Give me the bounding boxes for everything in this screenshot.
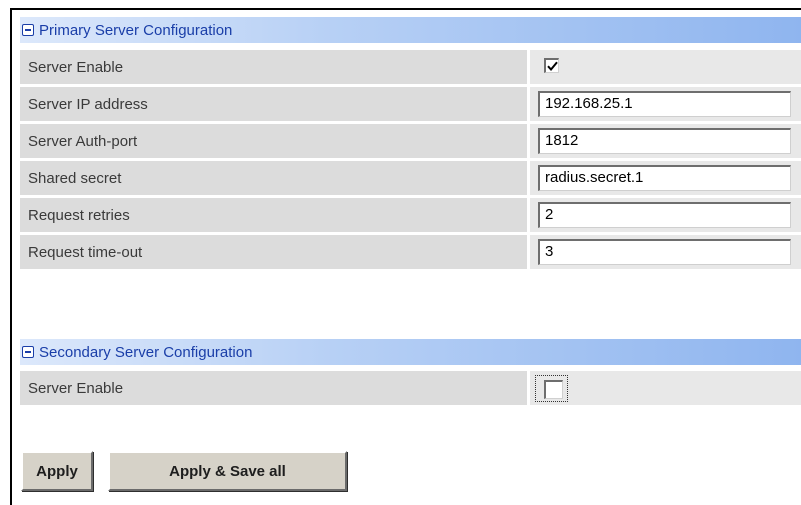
label-cell: Server Enable — [20, 371, 527, 405]
request-retries-row: Request retries 2 — [20, 198, 801, 232]
shared-secret-row: Shared secret radius.secret.1 — [20, 161, 801, 195]
server-ip-label: Server IP address — [28, 95, 148, 113]
value-cell — [530, 50, 801, 84]
apply-button[interactable]: Apply — [21, 451, 93, 491]
server-ip-row: Server IP address 192.168.25.1 — [20, 87, 801, 121]
collapse-icon[interactable] — [22, 346, 34, 358]
label-cell: Server Auth-port — [20, 124, 527, 158]
label-cell: Server IP address — [20, 87, 527, 121]
value-cell: 2 — [530, 198, 801, 232]
label-cell: Shared secret — [20, 161, 527, 195]
secondary-header-inner: Secondary Server Configuration — [22, 343, 252, 361]
request-retries-label: Request retries — [28, 206, 130, 224]
primary-section-header[interactable]: Primary Server Configuration — [20, 17, 801, 43]
server-ip-input[interactable]: 192.168.25.1 — [538, 91, 791, 117]
apply-save-all-button[interactable]: Apply & Save all — [108, 451, 347, 491]
checkbox-focus-outline — [535, 375, 568, 402]
server-auth-port-label: Server Auth-port — [28, 132, 138, 150]
server-auth-port-row: Server Auth-port 1812 — [20, 124, 801, 158]
primary-section-title: Primary Server Configuration — [39, 21, 233, 39]
value-cell — [530, 371, 801, 405]
collapse-icon[interactable] — [22, 24, 34, 36]
request-timeout-input[interactable]: 3 — [538, 239, 791, 265]
secondary-server-enable-checkbox[interactable] — [544, 380, 563, 399]
value-cell: 192.168.25.1 — [530, 87, 801, 121]
secondary-server-enable-label: Server Enable — [28, 379, 124, 397]
value-cell: radius.secret.1 — [530, 161, 801, 195]
request-timeout-label: Request time-out — [28, 243, 143, 261]
label-cell: Request time-out — [20, 235, 527, 269]
primary-server-enable-label: Server Enable — [28, 58, 124, 76]
primary-server-enable-row: Server Enable — [20, 50, 801, 84]
primary-header-inner: Primary Server Configuration — [22, 21, 232, 39]
request-retries-input[interactable]: 2 — [538, 202, 791, 228]
radius-config-page: Primary Server Configuration Server Enab… — [0, 0, 801, 505]
secondary-section-title: Secondary Server Configuration — [39, 343, 253, 361]
label-cell: Server Enable — [20, 50, 527, 84]
value-cell: 3 — [530, 235, 801, 269]
shared-secret-input[interactable]: radius.secret.1 — [538, 165, 791, 191]
request-timeout-row: Request time-out 3 — [20, 235, 801, 269]
shared-secret-label: Shared secret — [28, 169, 122, 187]
secondary-server-enable-row: Server Enable — [20, 371, 801, 405]
label-cell: Request retries — [20, 198, 527, 232]
primary-server-enable-checkbox[interactable] — [544, 58, 559, 73]
secondary-section-header[interactable]: Secondary Server Configuration — [20, 339, 801, 365]
checkmark-icon — [547, 61, 558, 72]
value-cell: 1812 — [530, 124, 801, 158]
server-auth-port-input[interactable]: 1812 — [538, 128, 791, 154]
